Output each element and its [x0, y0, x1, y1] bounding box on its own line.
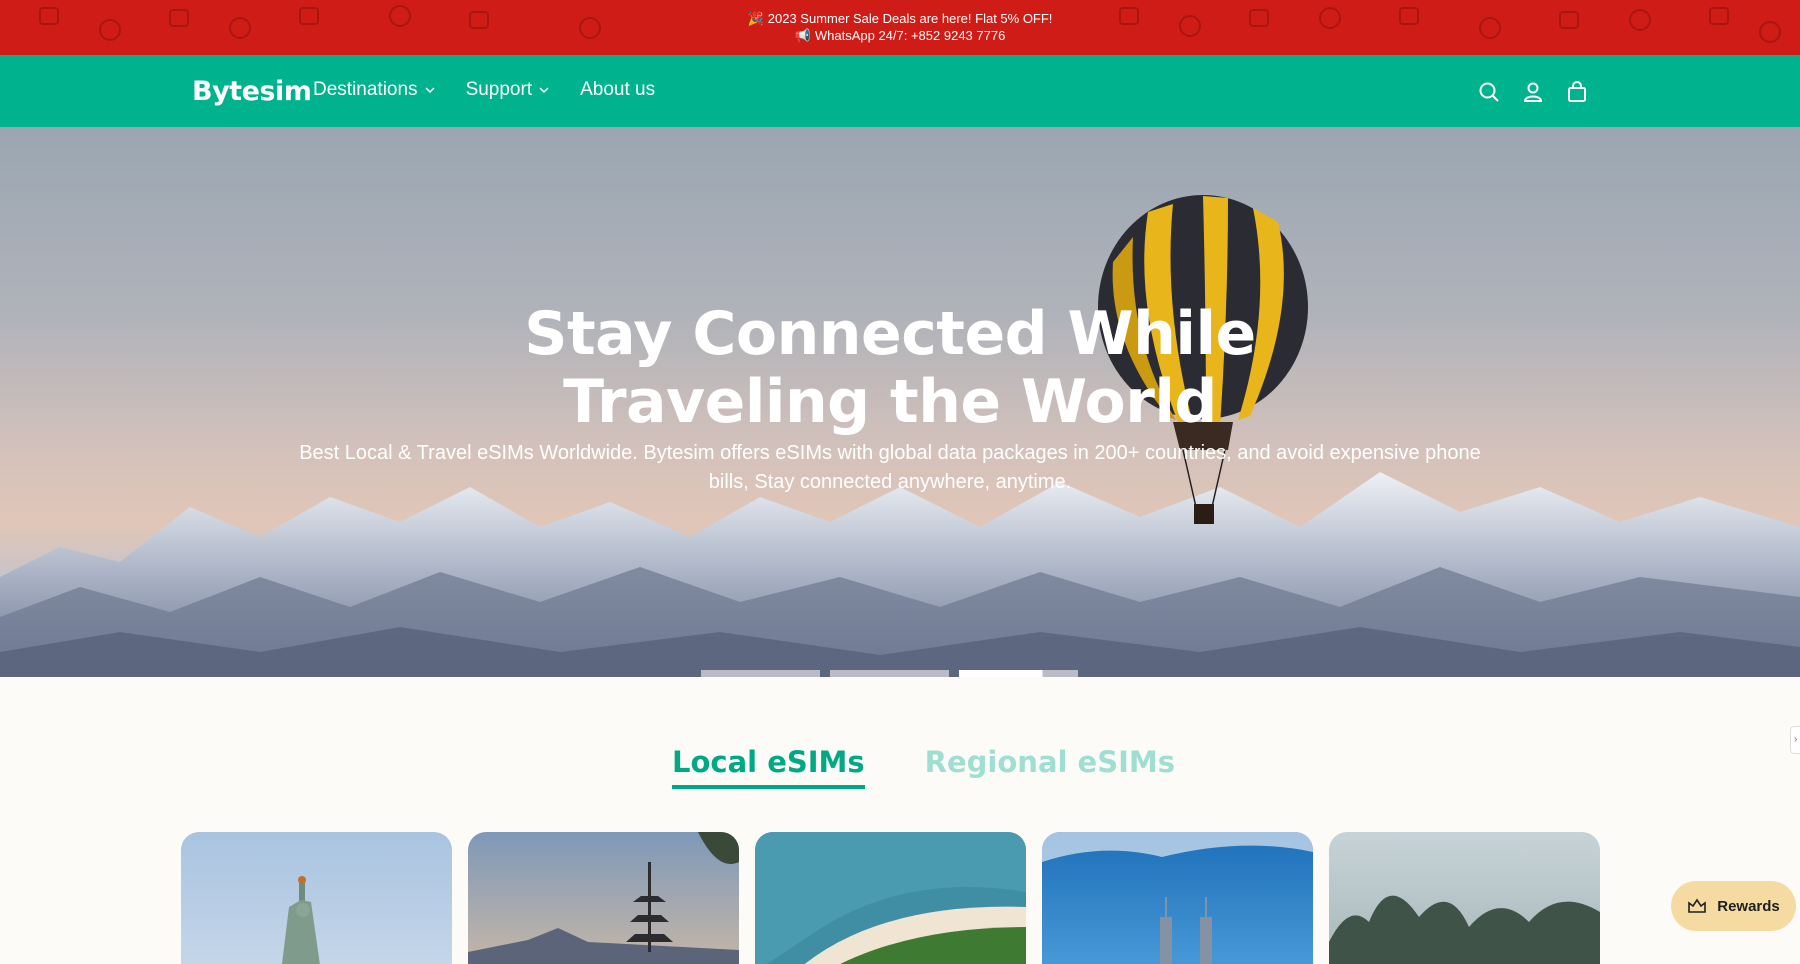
account-icon[interactable] [1520, 79, 1545, 104]
mount-fuji-pagoda-image [468, 832, 739, 964]
tropical-island-image [755, 832, 1026, 964]
crown-icon [1688, 898, 1707, 913]
statue-of-liberty-image [281, 876, 320, 964]
karst-mountains-image [1329, 895, 1600, 964]
sale-announcement[interactable]: 🎉 2023 Summer Sale Deals are here! Flat … [0, 10, 1800, 27]
destination-card-tropical-island[interactable] [755, 832, 1026, 964]
sale-text: 2023 Summer Sale Deals are here! Flat 5%… [767, 11, 1053, 26]
chevron-down-icon [425, 87, 435, 94]
nav-about-us[interactable]: About us [580, 79, 655, 101]
petronas-towers-image [1042, 832, 1313, 964]
cart-icon[interactable] [1564, 79, 1589, 104]
nav-icons [1476, 79, 1589, 104]
chevron-down-icon [539, 87, 549, 94]
whatsapp-announcement[interactable]: 📢 WhatsApp 24/7: +852 9243 7776 [0, 27, 1800, 44]
nav-support-label: Support [465, 79, 533, 100]
nav-support[interactable]: Support [466, 79, 551, 101]
rewards-button[interactable]: Rewards [1671, 881, 1796, 931]
hero-title-line1: Stay Connected While [524, 299, 1256, 369]
main-menu: Destinations Support About us [313, 79, 655, 101]
brand-logo[interactable]: Bytesim [192, 76, 312, 107]
rewards-label: Rewards [1717, 897, 1780, 915]
tab-local-esims[interactable]: Local eSIMs [672, 745, 865, 789]
side-panel-toggle[interactable]: › [1790, 726, 1800, 754]
destination-card-statue-of-liberty[interactable] [181, 832, 452, 964]
announcement-bar: 🎉 2023 Summer Sale Deals are here! Flat … [0, 0, 1800, 55]
whatsapp-text: WhatsApp 24/7: +852 9243 7776 [814, 28, 1006, 43]
slide-indicator-3-active[interactable] [959, 670, 1078, 677]
hero-subtitle: Best Local & Travel eSIMs Worldwide. Byt… [299, 442, 1481, 493]
nav-destinations[interactable]: Destinations [313, 79, 436, 101]
esim-type-tabs: Local eSIMs Regional eSIMs [672, 745, 1175, 789]
hero-banner: Stay Connected While Traveling the World… [0, 127, 1800, 677]
nav-destinations-label: Destinations [313, 79, 418, 100]
destination-card-petronas-towers[interactable] [1042, 832, 1313, 964]
hero-title-line2: Traveling the World [563, 367, 1217, 437]
destination-card-karst-mountains[interactable] [1329, 832, 1600, 964]
megaphone-icon: 📢 [794, 28, 811, 43]
main-navbar: Bytesim Destinations Support About us [0, 55, 1800, 127]
party-popper-icon: 🎉 [747, 11, 764, 26]
slideshow-indicators [701, 670, 1078, 677]
tab-regional-esims[interactable]: Regional eSIMs [925, 745, 1175, 789]
hero-title: Stay Connected While Traveling the World [0, 300, 1780, 436]
slide-indicator-2[interactable] [830, 670, 949, 677]
search-icon[interactable] [1476, 79, 1501, 104]
destination-cards [181, 832, 1600, 964]
slide-indicator-1[interactable] [701, 670, 820, 677]
destination-card-mount-fuji[interactable] [468, 832, 739, 964]
nav-about-label: About us [580, 79, 656, 100]
